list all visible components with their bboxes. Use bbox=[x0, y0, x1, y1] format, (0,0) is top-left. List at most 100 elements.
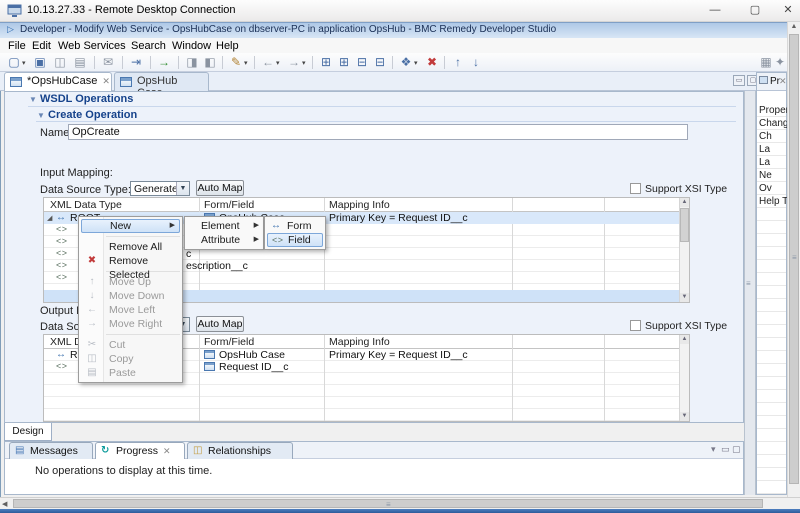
close-button[interactable]: ✕ bbox=[773, 2, 800, 19]
form-name: OpsHub Case bbox=[219, 349, 285, 361]
scrollbar-thumb[interactable]: ≡ bbox=[789, 34, 799, 484]
tab-progress[interactable]: ↻Progress✕ bbox=[95, 442, 185, 459]
print-icon[interactable]: ▤ bbox=[72, 55, 88, 70]
move-up-icon[interactable]: ↑ bbox=[450, 55, 466, 70]
scroll-down-icon[interactable]: ▼ bbox=[680, 293, 689, 302]
scroll-left-icon[interactable]: ◀ bbox=[2, 500, 7, 508]
tab-opshub-case-form[interactable]: OpsHub Case bbox=[114, 72, 209, 91]
operation-name-input[interactable]: OpCreate bbox=[68, 124, 688, 140]
menu-item-remove-selected[interactable]: ✖Remove Selected bbox=[79, 254, 182, 268]
menu-item-move-right[interactable]: →Move Right bbox=[79, 317, 182, 331]
menu-item-paste[interactable]: ▤Paste bbox=[79, 366, 182, 380]
save-all-icon[interactable]: ◫ bbox=[52, 55, 68, 70]
collapse-all-icon[interactable]: ⊟ bbox=[372, 55, 388, 70]
menu-edit[interactable]: Edit bbox=[32, 40, 51, 52]
menu-item-move-down[interactable]: ↓Move Down bbox=[79, 289, 182, 303]
scrollbar-thumb[interactable] bbox=[680, 208, 689, 242]
new-wizard-icon[interactable]: ▢ bbox=[6, 55, 22, 70]
web-service-icon[interactable]: ❖ bbox=[398, 55, 414, 70]
import-doc-icon[interactable]: ⇥ bbox=[128, 55, 144, 70]
move-down-icon[interactable]: ↓ bbox=[468, 55, 484, 70]
minimize-button[interactable]: — bbox=[700, 2, 730, 19]
collapse-icon[interactable]: ⊟ bbox=[354, 55, 370, 70]
property-row[interactable]: Ov bbox=[759, 183, 787, 194]
create-operation-title[interactable]: Create Operation bbox=[48, 109, 137, 121]
tab-close-icon[interactable]: ✕ bbox=[163, 446, 171, 456]
restore-panel-button[interactable]: ▭ bbox=[733, 75, 745, 86]
menu-item-element[interactable]: Element▶ bbox=[185, 219, 263, 233]
dropdown-caret-icon[interactable]: ▼ bbox=[176, 182, 189, 195]
wsdl-operations-title[interactable]: WSDL Operations bbox=[40, 93, 133, 105]
tree-expander-icon[interactable]: ◢ bbox=[47, 214, 52, 222]
menu-search[interactable]: Search bbox=[131, 40, 166, 52]
property-row[interactable]: La bbox=[759, 144, 787, 155]
output-automap-button[interactable]: Auto Map bbox=[196, 316, 244, 332]
back-caret-icon[interactable]: ▾ bbox=[276, 59, 280, 67]
web-service-caret-icon[interactable]: ▾ bbox=[414, 59, 418, 67]
back-icon[interactable]: ← bbox=[260, 55, 276, 70]
scroll-up-icon[interactable]: ▲ bbox=[788, 23, 800, 30]
tab-properties[interactable]: Pr ✕ bbox=[757, 73, 786, 91]
output-table-scrollbar[interactable]: ▲ ▼ bbox=[679, 335, 689, 421]
highlight-caret-icon[interactable]: ▾ bbox=[244, 59, 248, 67]
minimize-view-icon[interactable]: ▭ bbox=[721, 444, 730, 455]
splitter-grip-icon[interactable]: ≡ bbox=[746, 279, 751, 288]
menu-item-form[interactable]: ↔Form bbox=[265, 219, 325, 233]
property-row[interactable]: Ne bbox=[759, 170, 787, 181]
view-menu-caret-icon[interactable]: ▾ bbox=[711, 444, 716, 455]
input-xsi-checkbox[interactable] bbox=[630, 183, 641, 194]
menu-window[interactable]: Window bbox=[172, 40, 211, 52]
maximize-view-icon[interactable]: ▢ bbox=[732, 444, 741, 455]
rdp-vertical-scrollbar[interactable]: ▲ ≡ bbox=[787, 22, 800, 497]
vertical-splitter[interactable]: ≡ bbox=[744, 91, 756, 495]
palette-icon[interactable]: ✦ bbox=[772, 55, 788, 70]
input-table-scrollbar[interactable]: ▲ ▼ bbox=[679, 198, 689, 302]
maximize-button[interactable]: ▢ bbox=[740, 2, 770, 19]
menu-help[interactable]: Help bbox=[216, 40, 239, 52]
output-xsi-checkbox[interactable] bbox=[630, 320, 641, 331]
export-icon[interactable]: → bbox=[156, 55, 172, 70]
create-section-toggle-icon[interactable]: ▼ bbox=[37, 111, 45, 120]
move-down-icon: ↓ bbox=[83, 289, 101, 303]
tab-design[interactable]: Design bbox=[4, 423, 52, 441]
tab-close-icon[interactable]: ✕ bbox=[102, 76, 110, 86]
input-automap-button[interactable]: Auto Map bbox=[196, 180, 244, 196]
menu-web-services[interactable]: Web Services bbox=[58, 40, 126, 52]
expand-all-icon[interactable]: ⊞ bbox=[318, 55, 334, 70]
menu-item-remove-all[interactable]: Remove All bbox=[79, 240, 182, 254]
menu-item-new[interactable]: New▶ bbox=[81, 219, 180, 233]
property-row[interactable]: Help T bbox=[759, 196, 787, 207]
form-b-icon[interactable]: ◧ bbox=[202, 55, 218, 70]
forward-caret-icon[interactable]: ▾ bbox=[302, 59, 306, 67]
menu-item-move-left[interactable]: ←Move Left bbox=[79, 303, 182, 317]
form-a-icon[interactable]: ◨ bbox=[184, 55, 200, 70]
tab-messages[interactable]: ▤Messages bbox=[9, 442, 93, 459]
menu-item-cut[interactable]: ✂Cut bbox=[79, 338, 182, 352]
tab-close-icon[interactable]: ✕ bbox=[779, 76, 787, 87]
tab-opshubcase-editor[interactable]: *OpsHubCase✕ bbox=[4, 72, 112, 91]
rdp-horizontal-scrollbar[interactable]: ◀ ≡ bbox=[0, 497, 800, 509]
menu-item-copy[interactable]: ◫Copy bbox=[79, 352, 182, 366]
highlight-icon[interactable]: ✎ bbox=[228, 55, 244, 70]
menu-file[interactable]: File bbox=[8, 40, 26, 52]
scroll-down-icon[interactable]: ▼ bbox=[680, 412, 689, 421]
menu-item-field[interactable]: < >Field bbox=[267, 233, 323, 247]
menu-item-move-up[interactable]: ↑Move Up bbox=[79, 275, 182, 289]
save-icon[interactable]: ▣ bbox=[32, 55, 48, 70]
scrollbar-thumb[interactable]: ≡ bbox=[13, 499, 763, 508]
delete-icon[interactable]: ✖ bbox=[424, 55, 440, 70]
menu-item-attribute[interactable]: Attribute▶ bbox=[185, 233, 263, 247]
new-caret-icon[interactable]: ▾ bbox=[22, 59, 26, 67]
property-row[interactable]: Ch bbox=[759, 131, 787, 142]
input-ds-dropdown[interactable]: Generated▼ bbox=[130, 181, 190, 196]
scroll-up-icon[interactable]: ▲ bbox=[680, 198, 689, 207]
tab-relationships[interactable]: ◫Relationships bbox=[187, 442, 293, 459]
expand-icon[interactable]: ⊞ bbox=[336, 55, 352, 70]
mail-icon[interactable]: ✉ bbox=[100, 55, 116, 70]
property-row[interactable]: La bbox=[759, 157, 787, 168]
mapping-info: Primary Key = Request ID__c bbox=[329, 212, 468, 224]
forward-icon[interactable]: → bbox=[286, 55, 302, 70]
scroll-up-icon[interactable]: ▲ bbox=[680, 335, 689, 344]
wsdl-section-toggle-icon[interactable]: ▼ bbox=[29, 95, 37, 104]
property-row[interactable]: Chang bbox=[759, 118, 787, 129]
